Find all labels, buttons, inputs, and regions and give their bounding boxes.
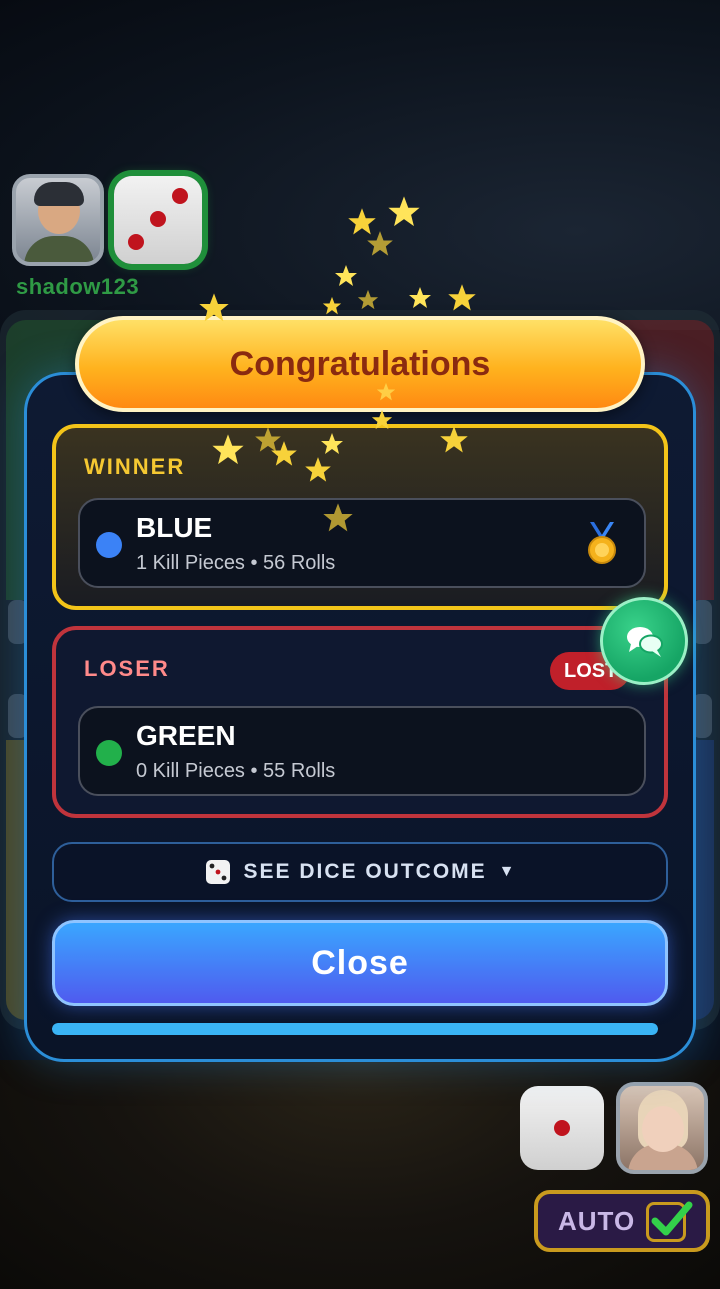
winner-card: WINNER BLUE 1 Kill Pieces • 56 Rolls <box>52 424 668 610</box>
progress-fill <box>52 1023 658 1035</box>
star-icon <box>357 289 379 310</box>
star-icon <box>305 457 331 482</box>
loser-color-dot <box>96 740 122 766</box>
loser-card: LOSER LOST GREEN 0 Kill Pieces • 55 Roll… <box>52 626 668 818</box>
chat-button[interactable] <box>600 597 688 685</box>
star-icon <box>335 265 357 286</box>
progress-bar <box>52 1023 658 1035</box>
close-button[interactable]: Close <box>52 920 668 1006</box>
winner-label: WINNER <box>84 454 186 479</box>
winner-row: BLUE 1 Kill Pieces • 56 Rolls <box>78 498 646 588</box>
star-icon <box>376 382 396 401</box>
loser-team: GREEN <box>136 720 236 751</box>
see-dice-outcome-button[interactable]: SEE DICE OUTCOME ▼ <box>52 842 668 902</box>
winner-stats: 1 Kill Pieces • 56 Rolls <box>136 552 336 574</box>
loser-stats: 0 Kill Pieces • 55 Rolls <box>136 760 336 782</box>
star-icon <box>371 409 393 430</box>
modal-title: Congratulations <box>229 344 491 383</box>
star-icon <box>199 293 229 322</box>
dice-outcome-label: SEE DICE OUTCOME <box>243 860 487 883</box>
player-avatar-top[interactable] <box>12 174 104 266</box>
player-avatar-bottom[interactable] <box>616 1082 708 1174</box>
dice-bottom[interactable] <box>520 1086 604 1170</box>
star-icon <box>448 284 476 311</box>
star-icon <box>322 296 342 315</box>
medal-icon <box>588 522 616 564</box>
star-icon <box>440 426 468 453</box>
winner-color-dot <box>96 532 122 558</box>
loser-label: LOSER <box>84 656 170 681</box>
dice-top[interactable] <box>114 176 202 264</box>
chevron-down-icon: ▼ <box>498 863 515 880</box>
star-icon <box>409 287 431 308</box>
winner-team: BLUE <box>136 512 213 543</box>
modal-title-bar: Congratulations <box>75 316 645 412</box>
background-bottom <box>0 1060 720 1289</box>
star-icon <box>348 208 376 235</box>
close-label: Close <box>311 943 409 982</box>
star-icon <box>388 196 420 227</box>
checkmark-icon <box>651 1201 693 1236</box>
auto-label: AUTO <box>558 1205 636 1236</box>
star-icon <box>212 434 244 465</box>
star-icon <box>321 433 343 454</box>
auto-checkbox[interactable] <box>646 1201 693 1242</box>
star-icon <box>323 503 353 532</box>
chat-icon <box>627 627 663 657</box>
dice-icon <box>206 860 231 884</box>
auto-button[interactable]: AUTO <box>534 1190 710 1252</box>
star-icon <box>271 441 297 466</box>
player-name-top: shadow123 <box>16 274 140 299</box>
loser-row: GREEN 0 Kill Pieces • 55 Rolls <box>78 706 646 796</box>
